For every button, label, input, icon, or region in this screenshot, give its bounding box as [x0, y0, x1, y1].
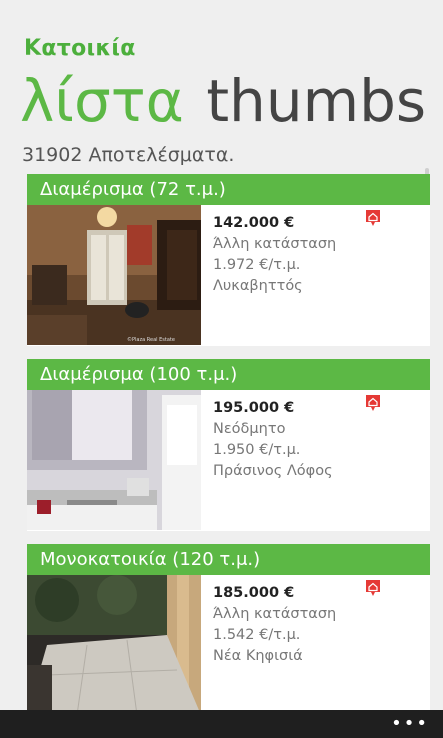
- home-icon[interactable]: [365, 209, 381, 227]
- listing-condition: Άλλη κατάσταση: [213, 606, 337, 622]
- listing-area: Νέα Κηφισιά: [213, 648, 303, 664]
- listing-body[interactable]: 195.000 € Νεόδμητο 1.950 €/τ.μ. Πράσινος…: [27, 390, 430, 531]
- home-icon[interactable]: [365, 579, 381, 597]
- photo-watermark: ©Plaza Real Estate: [127, 336, 175, 343]
- pivot-item-list[interactable]: λίστα: [20, 67, 184, 135]
- app-title: Κατοικία: [24, 36, 136, 61]
- listing-photo[interactable]: [27, 390, 201, 530]
- listing-photo[interactable]: [27, 575, 201, 715]
- listing-price-per-sqm: 1.972 €/τ.μ.: [213, 257, 301, 273]
- results-count: 31902 Αποτελέσματα.: [22, 144, 235, 166]
- listing-card[interactable]: Μονοκατοικία (120 τ.μ.) 185.000 € Άλλη κ…: [27, 544, 430, 729]
- listing-title[interactable]: Διαμέρισμα (100 τ.μ.): [27, 359, 430, 390]
- listing-info: 142.000 € Άλλη κατάσταση 1.972 €/τ.μ. Λυ…: [213, 213, 336, 297]
- listing-list: Διαμέρισμα (72 τ.μ.) ©Plaza Real Estate …: [27, 174, 430, 729]
- listing-condition: Νεόδμητο: [213, 421, 286, 437]
- listing-photo[interactable]: ©Plaza Real Estate: [27, 205, 201, 345]
- listing-price-per-sqm: 1.950 €/τ.μ.: [213, 442, 301, 458]
- listing-body[interactable]: ©Plaza Real Estate 142.000 € Άλλη κατάστ…: [27, 205, 430, 346]
- home-icon[interactable]: [365, 394, 381, 412]
- listing-info: 195.000 € Νεόδμητο 1.950 €/τ.μ. Πράσινος…: [213, 398, 333, 482]
- listing-condition: Άλλη κατάσταση: [213, 236, 337, 252]
- listing-price: 185.000 €: [213, 585, 295, 601]
- listing-card[interactable]: Διαμέρισμα (100 τ.μ.) 195.000 € Νεόδμητο…: [27, 359, 430, 544]
- listing-price-per-sqm: 1.542 €/τ.μ.: [213, 627, 301, 643]
- pivot-item-thumbs[interactable]: thumbs: [206, 67, 426, 135]
- listing-price: 142.000 €: [213, 215, 295, 231]
- listing-title[interactable]: Διαμέρισμα (72 τ.μ.): [27, 174, 430, 205]
- listing-card[interactable]: Διαμέρισμα (72 τ.μ.) ©Plaza Real Estate …: [27, 174, 430, 359]
- more-options-button[interactable]: •••: [391, 715, 429, 733]
- listing-area: Πράσινος Λόφος: [213, 463, 333, 479]
- pivot-header: λίστα thumbs: [20, 62, 426, 140]
- listing-body[interactable]: 185.000 € Άλλη κατάσταση 1.542 €/τ.μ. Νέ…: [27, 575, 430, 716]
- listing-price: 195.000 €: [213, 400, 295, 416]
- listing-area: Λυκαβηττός: [213, 278, 303, 294]
- app-bar: •••: [0, 710, 443, 738]
- listing-info: 185.000 € Άλλη κατάσταση 1.542 €/τ.μ. Νέ…: [213, 583, 336, 667]
- listing-title[interactable]: Μονοκατοικία (120 τ.μ.): [27, 544, 430, 575]
